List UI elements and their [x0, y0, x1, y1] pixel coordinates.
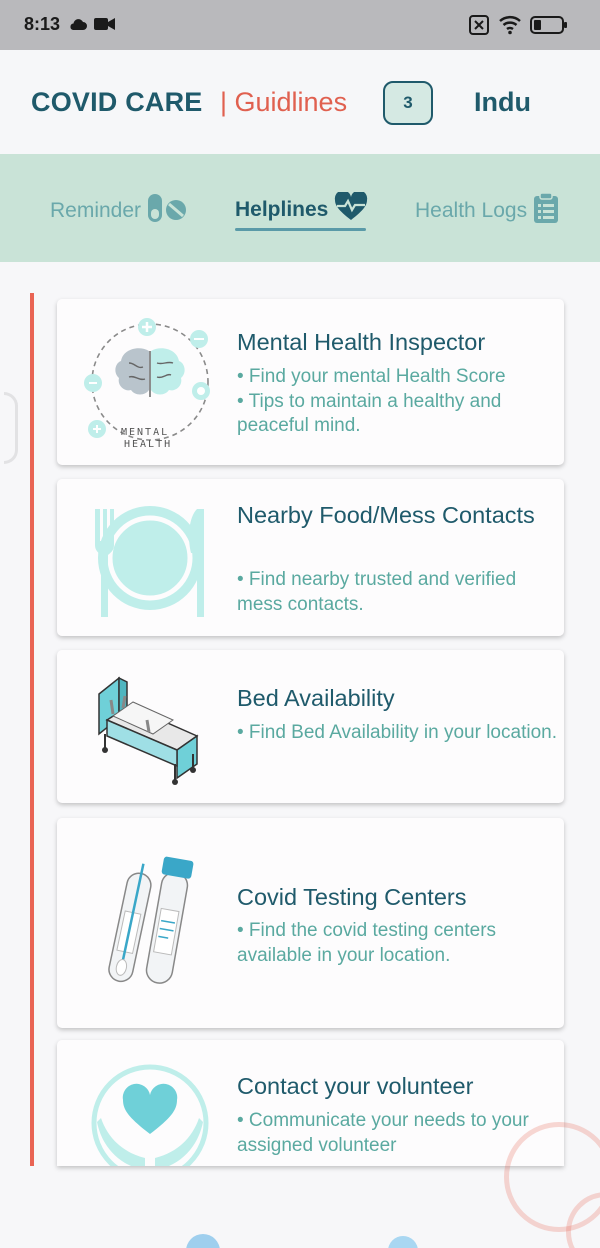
test-tubes-icon — [79, 852, 221, 994]
battery-icon — [530, 15, 568, 40]
tab-helplines-label: Helplines — [235, 198, 329, 221]
heart-in-hands-icon — [79, 1052, 221, 1166]
card-title: Mental Health Inspector — [237, 329, 486, 355]
card-bed-availability[interactable]: Bed Availability • Find Bed Availability… — [57, 650, 564, 803]
mental-health-illustration: MENTAL HEALTH — [79, 311, 221, 453]
card-title: Nearby Food/Mess Contacts — [237, 502, 535, 528]
previous-page-peek — [4, 392, 18, 464]
heartbeat-icon — [334, 190, 368, 228]
card-description: • Find nearby trusted and verified mess … — [237, 569, 517, 615]
app-title: COVID CARE — [31, 87, 203, 117]
svg-text:HEALTH: HEALTH — [124, 439, 172, 450]
tab-bar: Reminder Helplines Health Logs — [0, 154, 600, 262]
active-tab-indicator — [235, 228, 366, 231]
plate-cutlery-icon — [79, 487, 221, 629]
pill-icon — [147, 192, 187, 230]
card-title: Covid Testing Centers — [237, 884, 467, 910]
card-description: • Find Bed Availability in your location… — [237, 722, 557, 743]
decorative-dot — [186, 1234, 220, 1248]
svg-text:MENTAL: MENTAL — [121, 427, 169, 438]
card-contact-your-volunteer[interactable]: Contact your volunteer • Communicate you… — [57, 1040, 564, 1166]
tab-reminder-label: Reminder — [50, 199, 142, 222]
status-bar: 8:13 — [0, 0, 600, 50]
tab-health-logs-label: Health Logs — [415, 199, 528, 222]
video-camera-icon — [94, 17, 116, 36]
clipboard-icon — [533, 192, 559, 230]
user-name[interactable]: Indu — [474, 87, 531, 118]
hospital-bed-icon — [79, 654, 221, 796]
decorative-dot — [388, 1236, 418, 1248]
tab-health-logs[interactable]: Health Logs — [415, 192, 559, 230]
notification-badge[interactable]: 3 — [383, 81, 433, 125]
card-nearby-food-mess-contacts[interactable]: Nearby Food/Mess Contacts • Find nearby … — [57, 479, 564, 636]
app-header: COVID CARE | Guidlines 3 Indu — [0, 50, 600, 154]
timeline-bar — [30, 293, 34, 1166]
card-description: • Communicate your needs to your assigne… — [237, 1110, 529, 1156]
card-title: Contact your volunteer — [237, 1073, 474, 1099]
guidelines-link[interactable]: | Guidlines — [220, 87, 347, 118]
tab-reminder[interactable]: Reminder — [50, 192, 187, 230]
card-covid-testing-centers[interactable]: Covid Testing Centers • Find the covid t… — [57, 818, 564, 1028]
tab-helplines[interactable]: Helplines — [235, 190, 368, 228]
wifi-icon — [498, 13, 522, 40]
helplines-list[interactable]: MENTAL HEALTH Mental Health Inspector • … — [0, 262, 600, 1248]
no-sim-icon — [469, 14, 489, 41]
card-description: • Find the covid testing centers availab… — [237, 920, 497, 966]
card-description: • Find your mental Health Score • Tips t… — [237, 366, 506, 436]
status-time: 8:13 — [24, 14, 61, 34]
card-mental-health-inspector[interactable]: MENTAL HEALTH Mental Health Inspector • … — [57, 299, 564, 465]
cloud-icon — [68, 17, 88, 36]
card-title: Bed Availability — [237, 685, 395, 711]
